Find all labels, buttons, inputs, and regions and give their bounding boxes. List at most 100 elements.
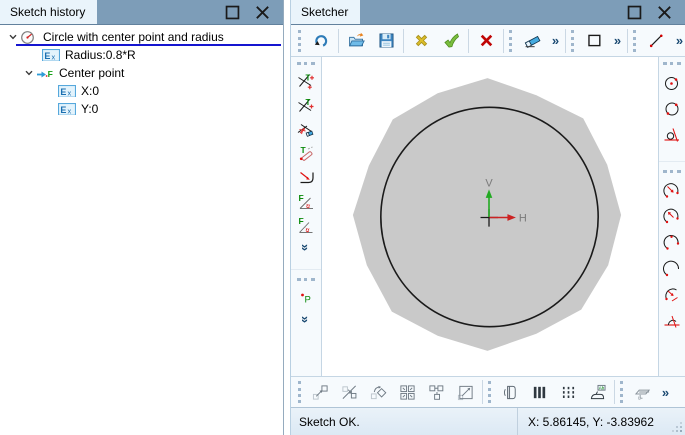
toolbar-drag-handle[interactable] [620, 381, 623, 403]
array-button[interactable] [393, 379, 422, 405]
circle-radius-icon [20, 30, 39, 45]
toolbar-drag-handle[interactable] [488, 381, 491, 403]
toolbar-drag-handle[interactable] [663, 170, 681, 173]
sketcher-panel: Sketcher »»» T T T Fα Fα» P» V H Ah L » … [290, 0, 685, 435]
toolbar-drag-handle[interactable] [509, 29, 512, 52]
unfold-button[interactable] [496, 379, 525, 405]
arc-tangent-button[interactable] [660, 282, 684, 308]
undo-button[interactable] [306, 28, 336, 54]
fix-angle-button[interactable]: Fα [293, 190, 319, 214]
toolbar-separator [468, 28, 469, 53]
tree-item[interactable]: Circle with center point and radius [0, 28, 283, 46]
undo-icon [313, 32, 330, 49]
tree-item[interactable]: Ex Radius:0.8*R [0, 46, 283, 64]
tangent-constraint-icon: T [297, 145, 315, 163]
edit-tools-toolbar: T T T Fα Fα» P» [291, 57, 322, 376]
h-axis-label: H [519, 212, 527, 224]
circle-tangent-button[interactable] [660, 122, 684, 148]
sketcher-titlebar: Sketcher [291, 0, 685, 25]
more-constraint-tools-button[interactable]: » [297, 310, 315, 328]
more-edit-tools-button[interactable]: » [297, 238, 315, 256]
mirror-move-button[interactable] [335, 379, 364, 405]
rotate-button[interactable] [364, 379, 393, 405]
fix-point-button[interactable]: P [293, 286, 319, 310]
toolbar-drag-handle[interactable] [571, 29, 574, 52]
section-dashed-button[interactable] [554, 379, 583, 405]
toolbar-drag-handle[interactable] [297, 278, 315, 281]
svg-text:E: E [60, 104, 66, 114]
sheet-metal-button[interactable]: L [628, 379, 657, 405]
discard-icon [413, 32, 430, 49]
toolbar-drag-handle[interactable] [298, 381, 301, 403]
tree-item[interactable]: F Center point [0, 64, 283, 82]
arc-endpoints-button[interactable] [660, 204, 684, 230]
sketch-history-titlebar: Sketch history [0, 0, 283, 25]
svg-text:x: x [68, 88, 72, 97]
split-edge-alt-button[interactable]: T [293, 94, 319, 118]
unfold-icon [502, 384, 519, 401]
status-message: Sketch OK. [299, 414, 360, 429]
sketch-canvas[interactable]: V H [322, 57, 658, 376]
arc-button[interactable] [660, 256, 684, 282]
split-edge-button[interactable]: T [293, 70, 319, 94]
toolbar-drag-handle[interactable] [297, 62, 315, 65]
resize-grip[interactable] [671, 421, 683, 433]
maximize-button[interactable] [619, 0, 649, 25]
toolbar-drag-handle[interactable] [298, 29, 301, 52]
arc-center-button[interactable] [660, 178, 684, 204]
rectangle-tools-overflow-button[interactable]: » [609, 28, 625, 54]
open-button[interactable] [341, 28, 371, 54]
maximize-button[interactable] [217, 0, 247, 25]
sketch-view: V H [352, 78, 622, 351]
discard-button[interactable] [406, 28, 436, 54]
bottom-tools-overflow-button[interactable]: » [657, 379, 673, 405]
chevron-down-icon[interactable] [6, 30, 20, 44]
circular-array-button[interactable] [422, 379, 451, 405]
tree-item[interactable]: Ex Y:0 [0, 100, 283, 118]
fix-angle-icon: Fα [297, 193, 315, 211]
tangent-constraint-button[interactable]: T [293, 142, 319, 166]
eraser-button[interactable] [517, 28, 547, 54]
split-edge-icon: T [297, 73, 315, 91]
cancel-button[interactable] [471, 28, 501, 54]
erase-segment-button[interactable] [293, 118, 319, 142]
line-tools-overflow-button[interactable]: » [671, 28, 685, 54]
close-button[interactable] [649, 0, 679, 25]
svg-text:F: F [299, 217, 304, 226]
line-tool-button[interactable] [641, 28, 671, 54]
svg-text:x: x [52, 52, 56, 61]
tree-item[interactable]: Ex X:0 [0, 82, 283, 100]
fillet-button[interactable] [293, 166, 319, 190]
circle-center-radius-button[interactable] [660, 70, 684, 96]
close-button[interactable] [247, 0, 277, 25]
chevron-down-icon[interactable] [22, 66, 36, 80]
maximize-icon [224, 4, 241, 21]
titlebar-spacer [360, 0, 619, 24]
section-solid-icon [531, 384, 548, 401]
rectangle-tool-button[interactable] [579, 28, 609, 54]
toolbar-drag-handle[interactable] [633, 29, 636, 52]
scale-button[interactable] [451, 379, 480, 405]
toolbar-drag-handle[interactable] [663, 62, 681, 65]
svg-text:T: T [301, 145, 307, 155]
sketcher-title-tab[interactable]: Sketcher [291, 0, 361, 24]
save-button[interactable] [371, 28, 401, 54]
sheet-metal-icon: L [634, 384, 651, 401]
circle-arc-tools-toolbar [658, 57, 685, 376]
sketch-history-panel: Sketch history Circle with center point … [0, 0, 284, 435]
fix-angle-alt-button[interactable]: Fα [293, 214, 319, 238]
move-button[interactable] [306, 379, 335, 405]
sketch-history-title-tab[interactable]: Sketch history [0, 0, 98, 24]
sketcher-main-area: T T T Fα Fα» P» V H [291, 57, 685, 376]
tangent-arc-line-button[interactable] [660, 308, 684, 334]
erase-tools-overflow-button[interactable]: » [547, 28, 563, 54]
stamp-text-button[interactable]: Ah [583, 379, 612, 405]
expression-icon: Ex [58, 84, 77, 99]
circle-points-button[interactable] [660, 96, 684, 122]
expression-icon: Ex [42, 48, 61, 63]
accept-button[interactable] [436, 28, 466, 54]
workplane-face[interactable] [352, 78, 622, 351]
arc-3point-button[interactable] [660, 230, 684, 256]
rectangle-tool-icon [586, 32, 603, 49]
section-solid-button[interactable] [525, 379, 554, 405]
